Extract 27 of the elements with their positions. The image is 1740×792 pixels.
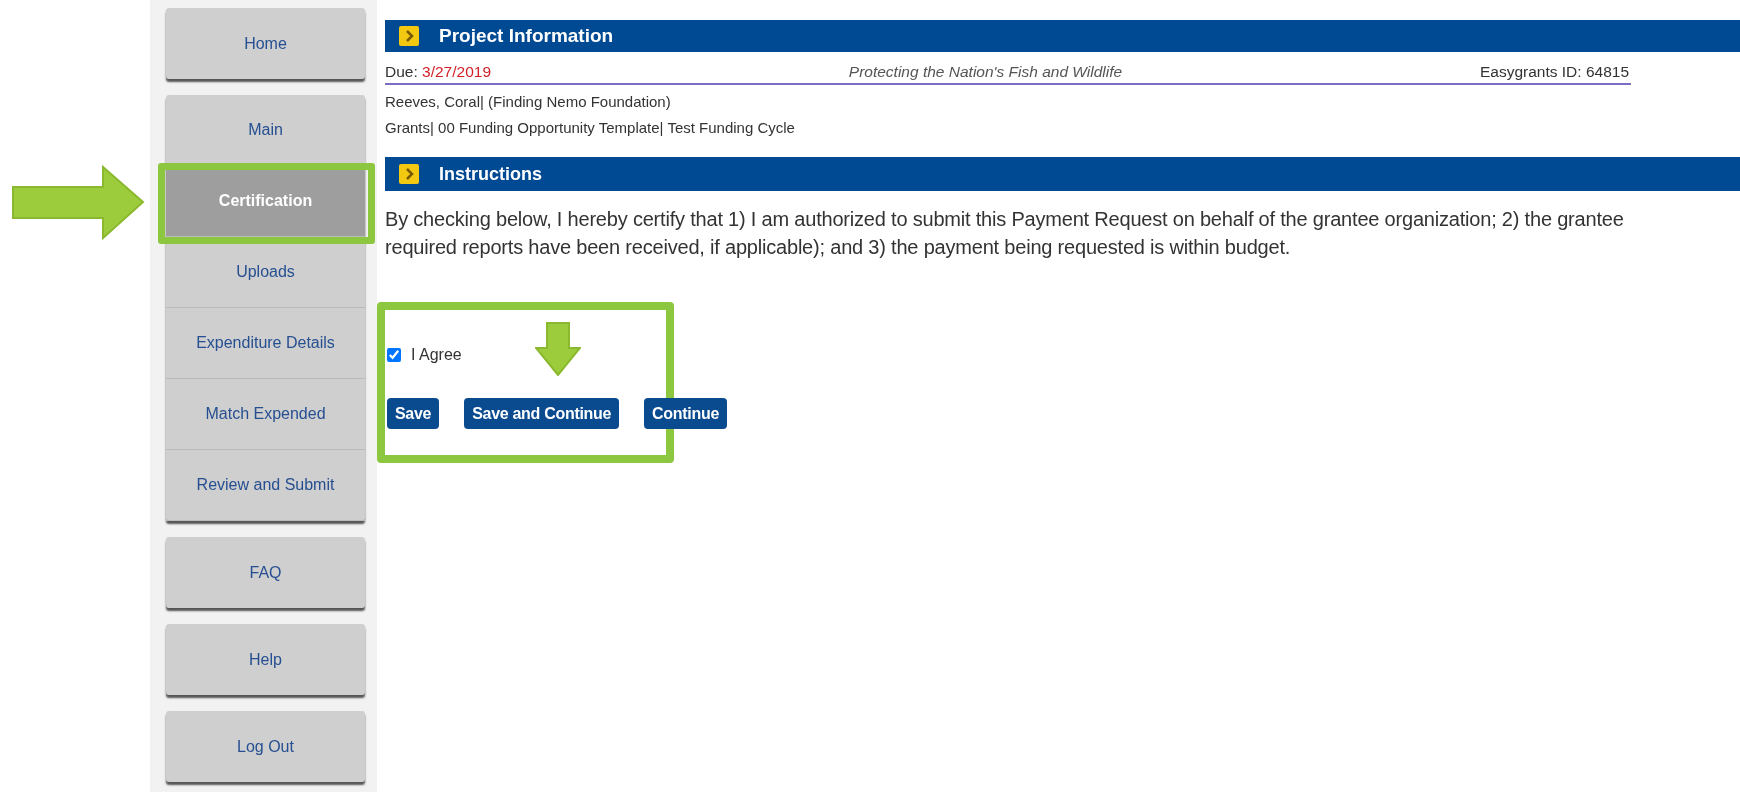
nav-item[interactable]: Expenditure Details <box>166 308 365 379</box>
section-title: Instructions <box>439 162 542 186</box>
arrow-right-icon <box>11 164 145 240</box>
section-title: Project Information <box>439 23 614 48</box>
nav-item[interactable]: FAQ <box>166 537 365 608</box>
arrow-down-icon <box>535 322 581 377</box>
applicant-text: Reeves, Coral| (Finding Nemo Foundation) <box>385 92 672 113</box>
program-title: Protecting the Nation's Fish and Wildlife <box>848 62 1123 82</box>
nav-item[interactable]: Main <box>166 95 365 166</box>
funding-text: Grants| 00 Funding Opportunity Template| Test Funding Cycle <box>385 118 796 139</box>
nav-item[interactable]: Review and Submit <box>166 450 365 521</box>
easygrants-id: Easygrants ID: 64815 <box>1479 62 1630 82</box>
instruction-text: required reports have been received, if applicable); and 3) the payment being requested is within budget. <box>385 235 1292 261</box>
checkbox-label: I Agree <box>411 345 462 366</box>
instruction-text: By checking below, I hereby certify that 1) I am authorized to submit this Payment Request on behalf of the grantee organization; 2) the grantee <box>385 207 1625 233</box>
action-button[interactable]: Save <box>387 398 440 430</box>
agree-checkbox[interactable] <box>387 348 401 363</box>
nav-item[interactable]: Uploads <box>166 237 365 308</box>
nav-item[interactable]: Match Expended <box>166 379 365 450</box>
nav-item[interactable]: Log Out <box>166 711 365 782</box>
chevron-icon <box>399 164 419 185</box>
nav-item[interactable]: Help <box>166 624 365 695</box>
nav-item[interactable]: Home <box>166 8 365 79</box>
action-button[interactable]: Save and Continue <box>464 398 620 430</box>
chevron-icon <box>399 26 419 46</box>
due-date-text: Due: 3/27/2019 <box>385 62 492 82</box>
action-button[interactable]: Continue <box>644 398 728 430</box>
